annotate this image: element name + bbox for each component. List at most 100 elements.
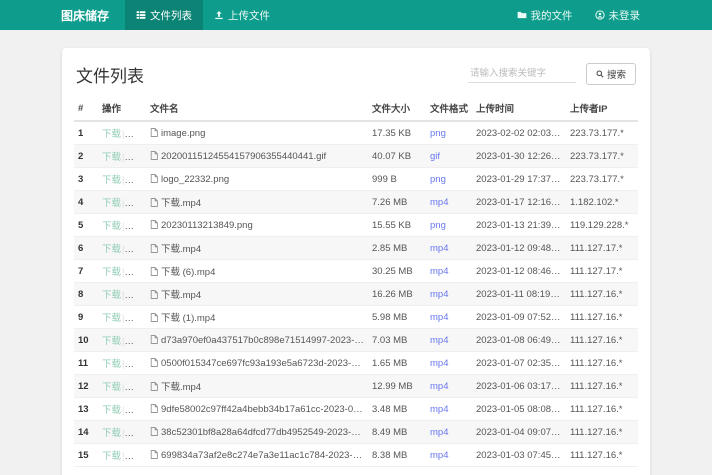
table-row: 8 下载|查看 下载.mp4 16.26 MB mp4 2023-01-11 0… bbox=[74, 283, 638, 306]
file-size: 1.65 MB bbox=[368, 352, 426, 375]
download-link[interactable]: 下载 bbox=[102, 428, 121, 439]
navbar: 图床储存 文件列表 上传文件 我的文件 未登录 bbox=[0, 0, 712, 30]
download-link[interactable]: 下载 bbox=[102, 382, 121, 393]
row-index: 5 bbox=[74, 214, 98, 237]
table-row: 15 下载|查看 699834a73af2e8c274e7a3e11ac1c78… bbox=[74, 444, 638, 467]
action-divider: | bbox=[122, 221, 124, 232]
search-button[interactable]: 搜索 bbox=[586, 63, 636, 85]
column-header-filesize: 文件大小 bbox=[368, 96, 426, 121]
file-icon bbox=[150, 198, 158, 207]
nav-item-label: 未登录 bbox=[609, 8, 641, 23]
action-divider: | bbox=[122, 129, 124, 140]
download-link[interactable]: 下载 bbox=[102, 290, 121, 301]
table-row: 3 下载|查看 logo_22332.png 999 B png 2023-01… bbox=[74, 168, 638, 191]
search-icon bbox=[596, 70, 604, 78]
page-title: 文件列表 bbox=[76, 62, 144, 87]
file-format-link[interactable]: mp4 bbox=[430, 243, 448, 254]
file-icon bbox=[150, 450, 158, 459]
file-table: # 操作 文件名 文件大小 文件格式 上传时间 上传者IP 1 下载|查看 im… bbox=[74, 96, 638, 467]
nav-item-my-files[interactable]: 我的文件 bbox=[506, 0, 584, 30]
file-name-text: 20230113213849.png bbox=[161, 220, 253, 231]
row-index: 14 bbox=[74, 421, 98, 444]
uploader-ip: 223.73.177.* bbox=[566, 145, 638, 168]
file-list-card: 文件列表 搜索 # 操作 文件名 文件大小 文件格式 上传时间 上传者IP bbox=[62, 48, 650, 475]
nav-item-label: 上传文件 bbox=[228, 8, 270, 23]
column-header-index: # bbox=[74, 96, 98, 121]
download-link[interactable]: 下载 bbox=[102, 244, 121, 255]
table-row: 14 下载|查看 38c52301bf8a28a64dfcd77db495254… bbox=[74, 421, 638, 444]
file-format-link[interactable]: mp4 bbox=[430, 335, 448, 346]
download-link[interactable]: 下载 bbox=[102, 359, 121, 370]
upload-time: 2023-01-06 03:17:17 bbox=[472, 375, 566, 398]
download-link[interactable]: 下载 bbox=[102, 129, 121, 140]
file-name-text: 下载.mp4 bbox=[161, 244, 201, 255]
action-divider: | bbox=[122, 198, 124, 209]
file-format-link[interactable]: mp4 bbox=[430, 312, 448, 323]
file-format-link[interactable]: mp4 bbox=[430, 197, 448, 208]
file-size: 40.07 KB bbox=[368, 145, 426, 168]
download-link[interactable]: 下载 bbox=[102, 313, 121, 324]
download-link[interactable]: 下载 bbox=[102, 175, 121, 186]
file-icon bbox=[150, 151, 158, 160]
nav-item-label: 我的文件 bbox=[531, 8, 573, 23]
file-format-link[interactable]: png bbox=[430, 174, 446, 185]
file-icon bbox=[150, 358, 158, 367]
upload-time: 2023-01-29 17:37:37 bbox=[472, 168, 566, 191]
uploader-ip: 1.182.102.* bbox=[566, 191, 638, 214]
file-icon bbox=[150, 267, 158, 276]
search-input[interactable] bbox=[468, 65, 576, 83]
download-link[interactable]: 下载 bbox=[102, 405, 121, 416]
action-divider: | bbox=[122, 244, 124, 255]
action-divider: | bbox=[122, 336, 124, 347]
list-icon bbox=[136, 10, 146, 20]
action-divider: | bbox=[122, 313, 124, 324]
nav-spacer bbox=[281, 0, 505, 30]
table-row: 11 下载|查看 0500f015347ce697fc93a193e5a6723… bbox=[74, 352, 638, 375]
uploader-ip: 119.129.228.* bbox=[566, 214, 638, 237]
file-name-text: 20200115124554157906355440441.gif bbox=[161, 151, 326, 162]
file-format-link[interactable]: mp4 bbox=[430, 427, 448, 438]
file-size: 7.26 MB bbox=[368, 191, 426, 214]
file-format-link[interactable]: mp4 bbox=[430, 381, 448, 392]
file-format-link[interactable]: mp4 bbox=[430, 289, 448, 300]
file-format-link[interactable]: png bbox=[430, 128, 446, 139]
file-name-text: 699834a73af2e8c274e7a3e11ac1c784-2023-01… bbox=[161, 450, 368, 461]
download-link[interactable]: 下载 bbox=[102, 451, 121, 462]
brand[interactable]: 图床储存 bbox=[61, 0, 109, 30]
upload-time: 2023-01-04 09:07:03 bbox=[472, 421, 566, 444]
file-format-link[interactable]: gif bbox=[430, 151, 440, 162]
uploader-ip: 111.127.16.* bbox=[566, 329, 638, 352]
row-index: 12 bbox=[74, 375, 98, 398]
file-format-link[interactable]: png bbox=[430, 220, 446, 231]
file-size: 8.38 MB bbox=[368, 444, 426, 467]
download-link[interactable]: 下载 bbox=[102, 198, 121, 209]
action-divider: | bbox=[122, 428, 124, 439]
row-index: 11 bbox=[74, 352, 98, 375]
file-name-text: 下载 (6).mp4 bbox=[161, 267, 215, 278]
table-row: 7 下载|查看 下载 (6).mp4 30.25 MB mp4 2023-01-… bbox=[74, 260, 638, 283]
file-icon bbox=[150, 335, 158, 344]
file-format-link[interactable]: mp4 bbox=[430, 358, 448, 369]
uploader-ip: 111.127.17.* bbox=[566, 260, 638, 283]
nav-item-login-status[interactable]: 未登录 bbox=[584, 0, 652, 30]
file-format-link[interactable]: mp4 bbox=[430, 404, 448, 415]
file-format-link[interactable]: mp4 bbox=[430, 266, 448, 277]
download-link[interactable]: 下载 bbox=[102, 336, 121, 347]
folder-icon bbox=[517, 10, 527, 20]
download-link[interactable]: 下载 bbox=[102, 152, 121, 163]
row-index: 15 bbox=[74, 444, 98, 467]
row-index: 6 bbox=[74, 237, 98, 260]
uploader-ip: 111.127.16.* bbox=[566, 283, 638, 306]
table-row: 9 下载|查看 下载 (1).mp4 5.98 MB mp4 2023-01-0… bbox=[74, 306, 638, 329]
file-icon bbox=[150, 220, 158, 229]
row-index: 7 bbox=[74, 260, 98, 283]
file-size: 30.25 MB bbox=[368, 260, 426, 283]
action-divider: | bbox=[122, 359, 124, 370]
table-row: 5 下载|查看 20230113213849.png 15.55 KB png … bbox=[74, 214, 638, 237]
download-link[interactable]: 下载 bbox=[102, 221, 121, 232]
download-link[interactable]: 下载 bbox=[102, 267, 121, 278]
action-divider: | bbox=[122, 175, 124, 186]
nav-item-upload[interactable]: 上传文件 bbox=[203, 0, 281, 30]
nav-item-file-list[interactable]: 文件列表 bbox=[125, 0, 203, 30]
file-format-link[interactable]: mp4 bbox=[430, 450, 448, 461]
